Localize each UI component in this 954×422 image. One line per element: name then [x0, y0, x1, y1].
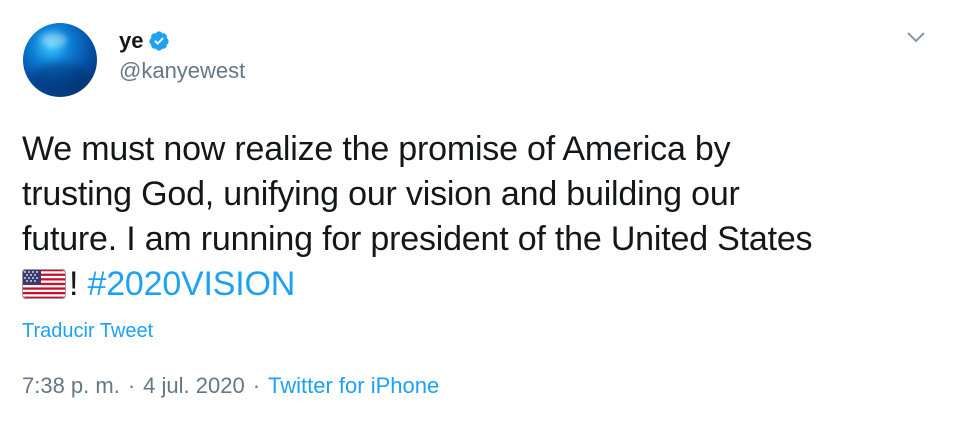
us-flag-icon	[22, 269, 66, 299]
tweet-text-line: ! #2020VISION	[22, 262, 922, 307]
tweet-text-line: future. I am running for president of th…	[22, 220, 813, 258]
hashtag-link[interactable]: #2020VISION	[88, 265, 296, 303]
verified-badge-icon	[149, 31, 170, 51]
avatar[interactable]	[23, 23, 97, 97]
tweet-metadata: 7:38 p. m. · 4 jul. 2020 · Twitter for iPhon…	[22, 372, 439, 400]
tweet-text: We must now realize the promise of Ameri…	[22, 127, 922, 307]
tweet-date[interactable]: 4 jul. 2020	[143, 373, 245, 398]
display-name[interactable]: ye	[119, 28, 143, 54]
user-handle[interactable]: @kanyewest	[119, 58, 245, 84]
meta-separator: ·	[127, 373, 136, 398]
exclamation-text: !	[69, 265, 79, 303]
tweet-text-line: trusting God, unifying our vision and bu…	[22, 175, 740, 213]
translate-tweet-link[interactable]: Traducir Tweet	[22, 320, 153, 343]
tweet-time[interactable]: 7:38 p. m.	[22, 373, 120, 398]
tweet-source-link[interactable]: Twitter for iPhone	[268, 373, 439, 398]
author-name-row: ye	[119, 28, 170, 54]
meta-separator: ·	[252, 373, 261, 398]
tweet-text-line: We must now realize the promise of Ameri…	[22, 130, 731, 168]
chevron-down-icon[interactable]	[906, 30, 926, 44]
